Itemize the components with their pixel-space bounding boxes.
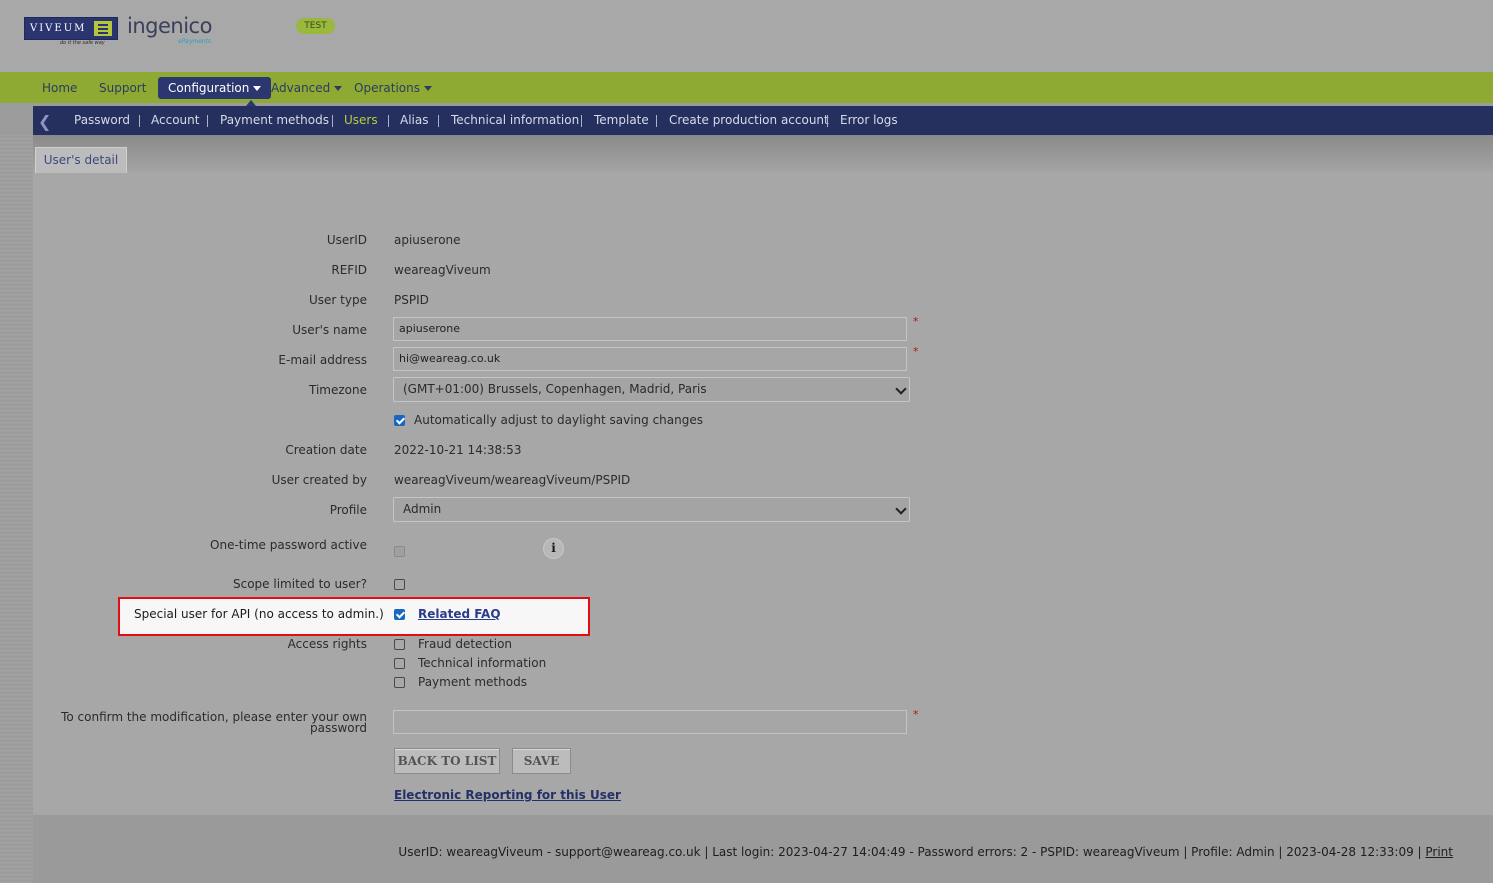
subnav-divider (139, 115, 140, 127)
subnav-divider (207, 115, 208, 127)
required-marker: * (913, 315, 919, 328)
special-api-user-checkbox[interactable] (394, 609, 405, 620)
userid-value: apiuserone (394, 233, 461, 247)
page-footer: UserID: weareagViveum - support@weareag.… (33, 815, 1493, 883)
payment-methods-label: Payment methods (418, 675, 527, 689)
usertype-value: PSPID (394, 293, 429, 307)
related-faq-link[interactable]: Related FAQ (418, 607, 501, 621)
technical-information-label: Technical information (418, 656, 547, 670)
chevron-down-icon (895, 383, 907, 395)
email-input[interactable]: hi@weareag.co.uk (393, 347, 907, 371)
subnav-create-production-account[interactable]: Create production account (669, 106, 829, 135)
nav-operations-label: Operations (354, 81, 420, 95)
subnav-error-logs[interactable]: Error logs (840, 106, 898, 135)
technical-information-checkbox[interactable] (394, 658, 405, 669)
subnav-divider (332, 115, 333, 127)
footer-status: UserID: weareagViveum - support@weareag.… (398, 845, 1453, 859)
username-input[interactable]: apiuserone (393, 317, 907, 341)
subnav-technical-information[interactable]: Technical information (451, 106, 579, 135)
creation-date-label: Creation date (285, 443, 367, 457)
access-rights-label: Access rights (287, 637, 367, 651)
fraud-detection-checkbox[interactable] (394, 639, 405, 650)
nav-advanced[interactable]: Advanced (271, 77, 343, 99)
subnav-template[interactable]: Template (594, 106, 649, 135)
required-marker: * (913, 345, 919, 358)
timezone-selected-value: (GMT+01:00) Brussels, Copenhagen, Madrid… (403, 382, 707, 396)
chevron-down-icon (334, 86, 343, 91)
special-api-user-label: Special user for API (no access to admin… (134, 607, 384, 621)
confirm-password-label-line2: password (310, 721, 367, 735)
scope-checkbox[interactable] (394, 579, 405, 590)
nav-home[interactable]: Home (42, 77, 77, 99)
usertype-label: User type (309, 293, 367, 307)
nav-advanced-label: Advanced (271, 81, 331, 95)
ingenico-logo: ingenico (127, 14, 212, 38)
tab-bar (33, 135, 1493, 173)
email-label: E-mail address (278, 353, 367, 367)
print-link[interactable]: Print (1425, 845, 1453, 859)
refid-label: REFID (331, 263, 367, 277)
nav-support[interactable]: Support (99, 77, 146, 99)
footer-status-text: UserID: weareagViveum - support@weareag.… (398, 845, 1426, 859)
chevron-down-icon (253, 86, 262, 91)
timezone-select[interactable]: (GMT+01:00) Brussels, Copenhagen, Madrid… (393, 377, 910, 402)
subnav-alias[interactable]: Alias (400, 106, 428, 135)
refid-value: weareagViveum (394, 263, 491, 277)
profile-select[interactable]: Admin (393, 497, 910, 522)
nav-configuration-label: Configuration (168, 81, 250, 95)
environment-badge: TEST (296, 18, 335, 34)
otp-label: One-time password active (210, 538, 367, 552)
required-marker: * (913, 708, 919, 721)
timezone-label: Timezone (309, 383, 367, 397)
chevron-down-icon (895, 503, 907, 515)
subnav-account[interactable]: Account (151, 106, 199, 135)
nav-configuration[interactable]: Configuration (158, 77, 272, 99)
subnav-divider (581, 115, 582, 127)
subnav-divider (438, 115, 439, 127)
chevron-down-icon (423, 86, 432, 91)
viveum-logo-text: VIVEUM (30, 23, 87, 34)
tab-users-detail[interactable]: User's detail (35, 147, 127, 173)
subnav-divider (827, 115, 828, 127)
created-by-value: weareagViveum/weareagViveum/PSPID (394, 473, 631, 487)
epayments-logo-text: ePayments (178, 38, 212, 45)
dst-label: Automatically adjust to daylight saving … (414, 413, 703, 427)
main-navigation: Home Support Configuration Advanced Oper… (0, 72, 1493, 103)
viveum-logo[interactable]: VIVEUM (24, 17, 118, 40)
creation-date-value: 2022-10-21 14:38:53 (394, 443, 522, 457)
confirm-password-input[interactable] (393, 710, 907, 734)
userid-label: UserID (326, 233, 367, 247)
subnav-divider (388, 115, 389, 127)
collapse-menu-icon[interactable]: ❮ (38, 112, 51, 131)
subnav-password[interactable]: Password (74, 106, 130, 135)
subnav-divider (656, 115, 657, 127)
dst-checkbox[interactable] (394, 415, 405, 426)
viveum-logo-icon (94, 21, 112, 36)
scope-label: Scope limited to user? (233, 577, 367, 591)
subnav-users[interactable]: Users (344, 106, 378, 135)
profile-label: Profile (329, 503, 367, 517)
save-button[interactable]: SAVE (512, 748, 571, 774)
username-label: User's name (292, 323, 367, 337)
page-header: VIVEUM do it the safe way ingenico ePaym… (0, 0, 1493, 72)
electronic-reporting-link[interactable]: Electronic Reporting for this User (394, 788, 621, 802)
otp-checkbox (394, 546, 405, 557)
sub-navigation: ❮ Password Account Payment methods Users… (33, 106, 1493, 135)
fraud-detection-label: Fraud detection (418, 637, 513, 651)
left-background-strip (0, 135, 33, 883)
info-icon[interactable]: i (543, 538, 564, 559)
nav-operations[interactable]: Operations (354, 77, 432, 99)
viveum-tagline: do it the safe way (60, 40, 105, 46)
payment-methods-checkbox[interactable] (394, 677, 405, 688)
subnav-payment-methods[interactable]: Payment methods (220, 106, 329, 135)
created-by-label: User created by (271, 473, 367, 487)
profile-selected-value: Admin (403, 502, 442, 516)
back-to-list-button[interactable]: BACK TO LIST (394, 748, 500, 774)
